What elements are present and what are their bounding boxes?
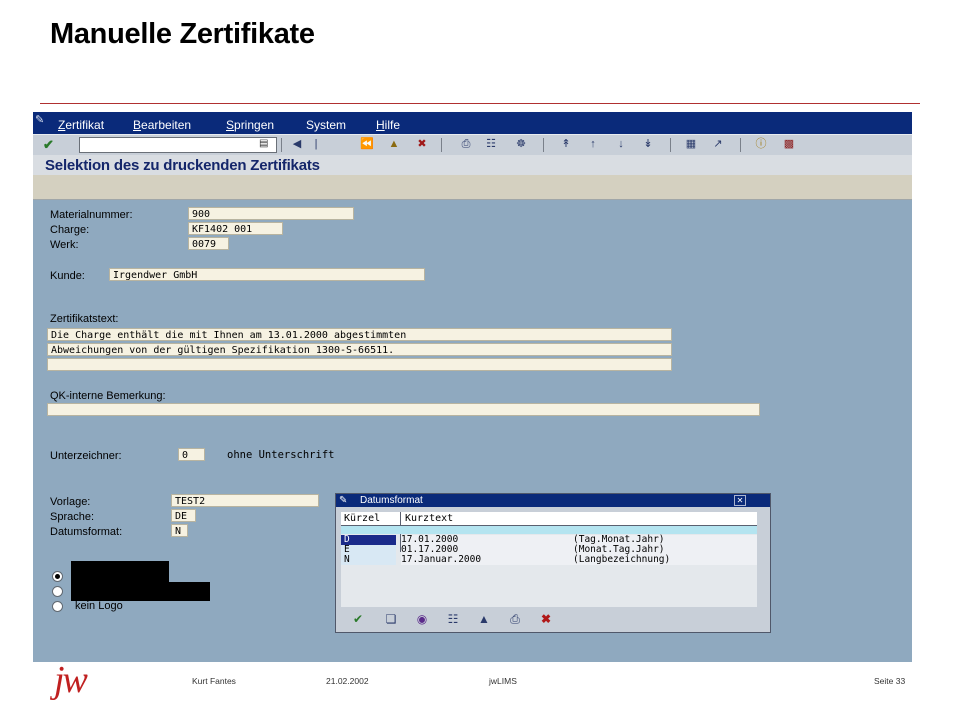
row-key[interactable]: N	[341, 555, 396, 565]
shortcut-icon[interactable]: ↗	[710, 137, 726, 152]
menu-system[interactable]: System	[306, 118, 346, 132]
zertifikatstext-line-3[interactable]	[47, 358, 672, 371]
previous-page-icon[interactable]: ↑	[585, 137, 601, 152]
find-icon[interactable]: ☷	[483, 137, 499, 152]
back-icon[interactable]: ⏪	[359, 137, 375, 152]
cancel-icon[interactable]: ✖	[536, 611, 556, 627]
menu-bar: ✎ Zertifikat Bearbeiten Springen System …	[33, 112, 912, 134]
last-page-icon[interactable]: ↡	[640, 137, 656, 152]
toolbar-separator	[281, 138, 282, 152]
materialnummer-label: Materialnummer:	[50, 209, 133, 221]
popup-title-bar: ✎ Datumsformat ✕	[336, 494, 770, 507]
enter-check-icon[interactable]: ✔	[43, 137, 61, 152]
row-sample: 17.Januar.2000	[401, 554, 482, 565]
kunde-field[interactable]: Irgendwer GmbH	[109, 268, 425, 281]
logo-radio-none[interactable]	[52, 601, 63, 612]
materialnummer-field[interactable]: 900	[188, 207, 354, 220]
screen-title: Selektion des zu druckenden Zertifikats	[45, 157, 320, 174]
unterzeichner-label: Unterzeichner:	[50, 450, 122, 462]
row-format: (Langbezeichnung)	[573, 554, 671, 565]
charge-label: Charge:	[50, 224, 90, 236]
datumsformat-field[interactable]: N	[171, 524, 188, 537]
table-header: Kürzel Kurztext	[341, 512, 757, 526]
help-icon[interactable]: ⓘ	[753, 137, 769, 152]
zertifikatstext-label: Zertifikatstext:	[50, 313, 119, 325]
werk-label: Werk:	[50, 239, 79, 251]
application-toolbar	[33, 175, 912, 200]
next-page-icon[interactable]: ↓	[613, 137, 629, 152]
bemerkung-field[interactable]	[47, 403, 760, 416]
datumsformat-label: Datumsformat:	[50, 526, 123, 538]
menu-hilfe[interactable]: Hilfe	[376, 118, 400, 132]
info-icon[interactable]: ◉	[412, 611, 432, 627]
sprache-field[interactable]: DE	[171, 509, 196, 522]
print-icon[interactable]: ⎙	[505, 611, 525, 627]
save-icon[interactable]: ▤	[259, 138, 268, 149]
zertifikatstext-line-1[interactable]: Die Charge enthält die mit Ihnen am 13.0…	[47, 328, 672, 341]
footer-page-number: Seite 33	[874, 676, 906, 686]
column-header-kurztext[interactable]: Kurztext	[405, 513, 453, 524]
kein-logo-label: kein Logo	[75, 600, 123, 612]
kunde-label: Kunde:	[50, 270, 85, 282]
standard-toolbar: ✔ ▤ ◀ | ⏪ ▲ ✖ ⎙ ☷ ☸ ↟ ↑ ↓ ↡ ▦ ↗ ⓘ ▩	[33, 134, 912, 156]
cancel-icon[interactable]: ✖	[414, 137, 430, 152]
new-session-icon[interactable]: ▦	[683, 137, 699, 152]
system-menu-icon[interactable]: ✎	[35, 113, 44, 126]
find-next-icon[interactable]: ☸	[513, 137, 529, 152]
popup-close-icon[interactable]: ✕	[734, 495, 746, 506]
vorlage-label: Vorlage:	[50, 496, 91, 508]
menu-bearbeiten[interactable]: Bearbeiten	[133, 118, 191, 132]
logo-radio-2[interactable]	[52, 586, 63, 597]
back-arrow-icon[interactable]: ◀	[289, 137, 305, 152]
footer-date: 21.02.2002	[326, 676, 369, 686]
copy-icon[interactable]: ❏	[381, 611, 401, 627]
werk-field[interactable]: 0079	[188, 237, 229, 250]
slide-title: Manuelle Zertifikate	[50, 18, 315, 50]
print-icon[interactable]: ⎙	[458, 137, 474, 152]
redacted-logo-option-1	[71, 561, 169, 583]
vorlage-field[interactable]: TEST2	[171, 494, 319, 507]
find-icon[interactable]: ☷	[443, 611, 463, 627]
sprache-label: Sprache:	[50, 511, 95, 523]
logo-radio-1[interactable]	[52, 571, 63, 582]
footer-product: jwLIMS	[489, 676, 517, 686]
sap-window: ✎ Zertifikat Bearbeiten Springen System …	[33, 112, 912, 662]
table-subheader	[341, 526, 757, 534]
toolbar-separator	[740, 138, 741, 152]
charge-field[interactable]: KF1402_001	[188, 222, 283, 235]
redacted-logo-option-2	[71, 582, 210, 601]
first-page-icon[interactable]: ↟	[558, 137, 574, 152]
unterzeichner-text: ohne Unterschrift	[227, 449, 335, 461]
menu-springen[interactable]: Springen	[226, 118, 274, 132]
toolbar-separator	[543, 138, 544, 152]
layout-menu-icon[interactable]: ▩	[781, 137, 797, 152]
popup-window-icon: ✎	[339, 495, 348, 506]
menu-zertifikat[interactable]: Zertifikat	[58, 118, 104, 132]
column-header-kuerzel[interactable]: Kürzel	[344, 513, 380, 524]
bemerkung-label: QK-interne Bemerkung:	[50, 390, 166, 402]
sort-icon[interactable]: ▲	[474, 611, 494, 627]
title-divider	[40, 103, 920, 104]
table-row[interactable]: N 17.Januar.2000 (Langbezeichnung)	[341, 555, 757, 565]
exit-icon[interactable]: ▲	[386, 137, 402, 152]
unterzeichner-field[interactable]: 0	[178, 448, 205, 461]
toolbar-separator	[441, 138, 442, 152]
screen-title-bar: Selektion des zu druckenden Zertifikats	[33, 155, 912, 175]
footer-author: Kurt Fantes	[192, 676, 236, 686]
popup-title: Datumsformat	[360, 495, 423, 506]
jw-logo: jw	[54, 659, 88, 701]
datumsformat-table: Kürzel Kurztext D 17.01.2000 (Tag.Monat.…	[341, 512, 757, 607]
zertifikatstext-line-2[interactable]: Abweichungen von der gültigen Spezifikat…	[47, 343, 672, 356]
datumsformat-popup: ✎ Datumsformat ✕ Kürzel Kurztext D 17.01…	[335, 493, 771, 633]
command-field[interactable]	[79, 137, 277, 153]
confirm-check-icon[interactable]: ✔	[348, 611, 368, 627]
pipe-icon: |	[314, 138, 318, 150]
toolbar-separator	[670, 138, 671, 152]
